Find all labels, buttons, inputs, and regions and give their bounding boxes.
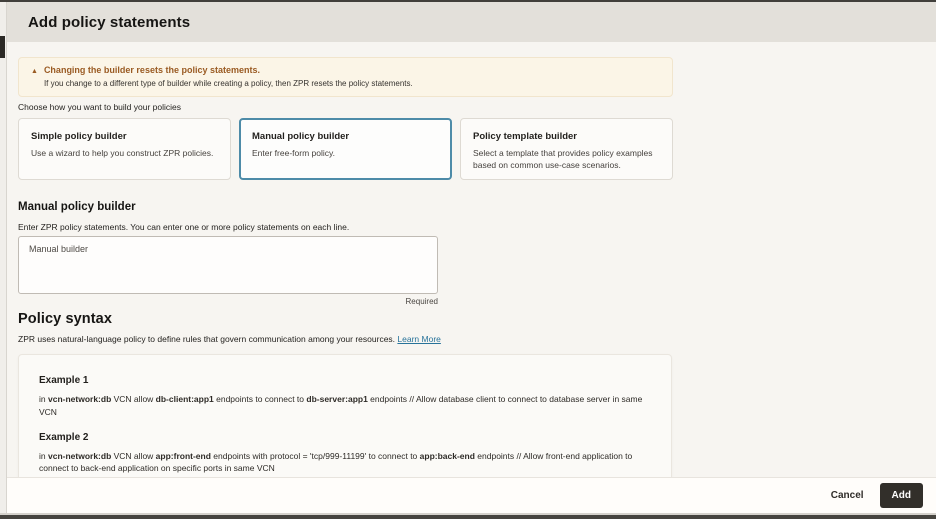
card-description: Enter free-form policy. [252,147,439,159]
card-title: Simple policy builder [31,131,218,142]
add-policy-statements-dialog-screenshot: Add policy statements ▲ Changing the bui… [0,0,936,519]
dialog-body: ▲ Changing the builder resets the policy… [7,42,936,477]
builder-chooser-label: Choose how you want to build your polici… [18,102,918,112]
warning-triangle-icon: ▲ [31,65,38,88]
warning-banner: ▲ Changing the builder resets the policy… [18,57,673,97]
cancel-button[interactable]: Cancel [831,490,864,501]
card-manual-policy-builder[interactable]: Manual policy builder Enter free-form po… [239,118,452,180]
warning-banner-description: If you change to a different type of bui… [44,79,413,88]
add-policy-statements-dialog: Add policy statements ▲ Changing the bui… [7,2,936,513]
policy-examples-panel: Example 1 in vcn-network:db VCN allow db… [18,354,672,477]
add-button[interactable]: Add [880,483,923,508]
warning-banner-content: Changing the builder resets the policy s… [44,65,413,88]
dialog-title: Add policy statements [28,14,190,31]
policy-statements-field-label: Enter ZPR policy statements. You can ent… [18,222,918,232]
policy-syntax-description: ZPR uses natural-language policy to defi… [18,334,918,344]
card-description: Select a template that provides policy e… [473,147,660,172]
learn-more-link[interactable]: Learn More [397,334,440,344]
card-simple-policy-builder[interactable]: Simple policy builder Use a wizard to he… [18,118,231,180]
window-bottom-edge [0,515,936,519]
dialog-footer: Cancel Add [7,477,936,513]
warning-banner-title: Changing the builder resets the policy s… [44,65,413,75]
policy-syntax-description-text: ZPR uses natural-language policy to defi… [18,334,397,344]
required-label: Required [18,297,438,306]
dialog-header: Add policy statements [7,2,936,42]
example-title: Example 1 [39,375,651,386]
manual-builder-heading: Manual policy builder [18,201,918,213]
page-behind-artifact [0,36,5,58]
card-description: Use a wizard to help you construct ZPR p… [31,147,218,159]
example-statement: in vcn-network:db VCN allow db-client:ap… [39,393,651,419]
page-behind-gutter [0,2,7,513]
example-title: Example 2 [39,432,651,443]
policy-syntax-heading: Policy syntax [18,311,918,327]
card-title: Manual policy builder [252,131,439,142]
card-policy-template-builder[interactable]: Policy template builder Select a templat… [460,118,673,180]
policy-statements-textarea[interactable]: Manual builder [18,236,438,294]
example-statement: in vcn-network:db VCN allow app:front-en… [39,450,651,476]
builder-option-cards: Simple policy builder Use a wizard to he… [18,118,673,180]
card-title: Policy template builder [473,131,660,142]
